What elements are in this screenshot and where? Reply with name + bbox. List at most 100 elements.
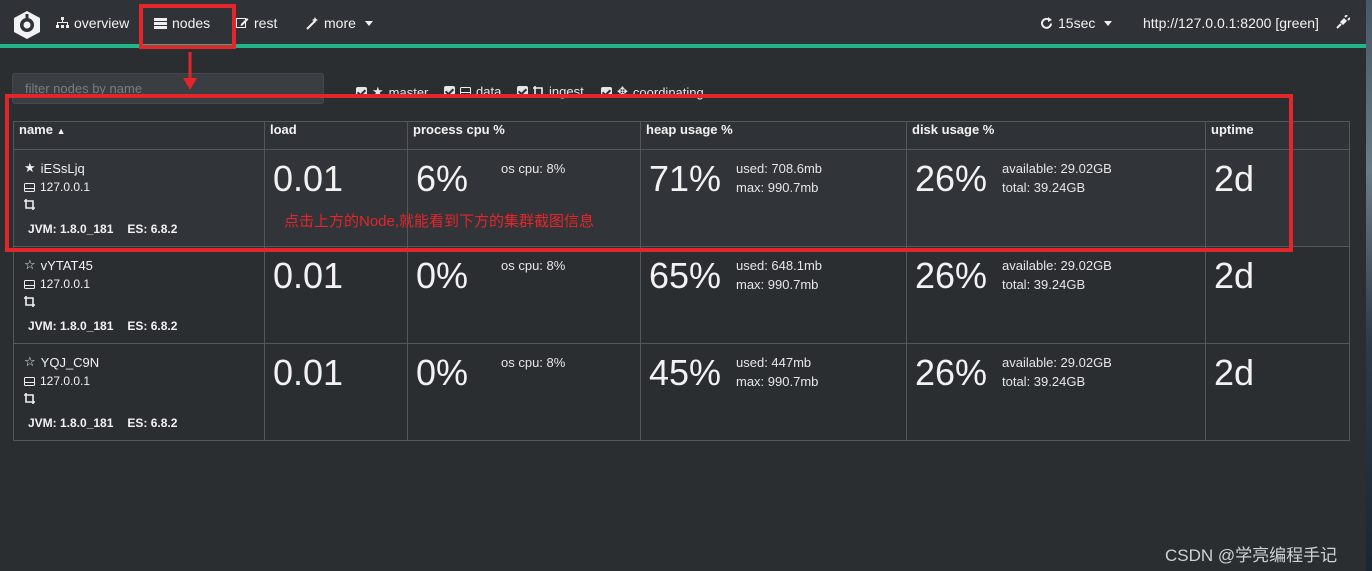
node-name-cell: ☆ YQJ_C9N 127.0.0.1 JVM: 1.8.0_181 ES: 6.… bbox=[13, 343, 265, 441]
jvm-version: JVM: 1.8.0_181 bbox=[28, 222, 114, 236]
column-header-heap[interactable]: heap usage % bbox=[640, 121, 907, 150]
heap-cell: 65% used: 648.1mb max: 990.7mb bbox=[640, 246, 907, 344]
nav-nodes-label: nodes bbox=[172, 15, 211, 31]
column-header-cpu[interactable]: process cpu % bbox=[407, 121, 641, 150]
crop-icon bbox=[24, 296, 35, 307]
load-value: 0.01 bbox=[273, 158, 344, 199]
chevron-down-icon bbox=[364, 20, 373, 26]
annotation-text: 点击上方的Node,就能看到下方的集群截图信息 bbox=[284, 213, 595, 230]
checkbox-checked-icon[interactable] bbox=[444, 86, 455, 97]
uptime-value: 2d bbox=[1214, 158, 1255, 199]
uptime-cell: 2d bbox=[1205, 246, 1350, 344]
heap-value: 45% bbox=[649, 352, 722, 393]
annotation-arrow-icon bbox=[183, 52, 197, 90]
jvm-version: JVM: 1.8.0_181 bbox=[28, 319, 114, 333]
disconnect-button[interactable] bbox=[1336, 15, 1350, 29]
crop-icon bbox=[24, 199, 35, 210]
role-label: data bbox=[476, 84, 502, 99]
disk-cell: 26% available: 29.02GB total: 39.24GB bbox=[906, 246, 1206, 344]
checkbox-checked-icon[interactable] bbox=[601, 86, 612, 98]
plug-icon bbox=[1336, 15, 1350, 29]
magic-wand-icon bbox=[306, 16, 318, 30]
table-row: ★ iESsLjq 127.0.0.1 JVM: 1.8.0_181 ES: 6.… bbox=[13, 149, 1350, 247]
role-filter-data[interactable]: data bbox=[444, 84, 501, 99]
node-name[interactable]: ☆ YQJ_C9N bbox=[24, 354, 99, 370]
role-filter-ingest[interactable]: ingest bbox=[517, 84, 584, 99]
load-cell: 0.01 bbox=[264, 246, 408, 344]
star-outline-icon: ☆ bbox=[24, 354, 36, 369]
nav-more-dropdown[interactable]: more bbox=[306, 15, 373, 31]
column-header-load[interactable]: load bbox=[264, 121, 408, 150]
role-label: ingest bbox=[549, 84, 584, 99]
uptime-cell: 2d bbox=[1205, 343, 1350, 441]
node-versions: JVM: 1.8.0_181 ES: 6.8.2 bbox=[28, 222, 177, 236]
refresh-interval-label: 15sec bbox=[1058, 15, 1096, 31]
checkbox-checked-icon[interactable] bbox=[356, 86, 367, 98]
column-header-disk[interactable]: disk usage % bbox=[906, 121, 1206, 150]
role-filter-master[interactable]: ★ master bbox=[356, 84, 428, 100]
table-row: ☆ YQJ_C9N 127.0.0.1 JVM: 1.8.0_181 ES: 6.… bbox=[13, 343, 1350, 441]
hdd-icon bbox=[24, 182, 35, 192]
crop-icon bbox=[24, 393, 35, 404]
es-version: ES: 6.8.2 bbox=[127, 222, 178, 236]
heap-used: used: 447mb bbox=[736, 355, 812, 370]
load-value: 0.01 bbox=[273, 255, 344, 296]
heap-cell: 45% used: 447mb max: 990.7mb bbox=[640, 343, 907, 441]
crosshairs-icon: ✥ bbox=[617, 84, 628, 99]
os-cpu: os cpu: 8% bbox=[501, 258, 566, 273]
node-name[interactable]: ☆ vYTAT45 bbox=[24, 257, 93, 273]
node-ip: 127.0.0.1 bbox=[24, 180, 90, 194]
nav-overview[interactable]: overview bbox=[56, 15, 129, 31]
table-row: ☆ vYTAT45 127.0.0.1 JVM: 1.8.0_181 ES: 6.… bbox=[13, 246, 1350, 344]
nav-rest-label: rest bbox=[254, 15, 278, 31]
uptime-value: 2d bbox=[1214, 255, 1255, 296]
node-versions: JVM: 1.8.0_181 ES: 6.8.2 bbox=[28, 319, 177, 333]
sort-asc-icon: ▲ bbox=[56, 126, 66, 136]
es-version: ES: 6.8.2 bbox=[127, 416, 178, 430]
os-cpu: os cpu: 8% bbox=[501, 355, 566, 370]
cerebro-logo-icon[interactable] bbox=[12, 10, 42, 40]
disk-value: 26% bbox=[915, 352, 988, 393]
node-ip: 127.0.0.1 bbox=[24, 374, 90, 388]
load-cell: 0.01 bbox=[264, 343, 408, 441]
hdd-icon bbox=[24, 279, 35, 289]
disk-total: total: 39.24GB bbox=[1002, 180, 1086, 195]
node-ip: 127.0.0.1 bbox=[24, 277, 90, 291]
node-ingest bbox=[24, 393, 35, 404]
nav-rest[interactable]: rest bbox=[236, 15, 277, 31]
uptime-value: 2d bbox=[1214, 352, 1255, 393]
star-icon: ★ bbox=[372, 84, 384, 99]
load-value: 0.01 bbox=[273, 352, 344, 393]
desktop-edge-strip bbox=[1366, 0, 1372, 571]
heap-used: used: 708.6mb bbox=[736, 161, 823, 176]
role-label: master bbox=[388, 84, 429, 100]
disk-cell: 26% available: 29.02GB total: 39.24GB bbox=[906, 343, 1206, 441]
cpu-value: 6% bbox=[416, 158, 469, 199]
heap-used: used: 648.1mb bbox=[736, 258, 823, 273]
cluster-url[interactable]: http://127.0.0.1:8200 [green] bbox=[1143, 15, 1319, 31]
cpu-cell: 0% os cpu: 8% bbox=[407, 246, 641, 344]
es-version: ES: 6.8.2 bbox=[127, 319, 178, 333]
column-header-uptime[interactable]: uptime bbox=[1205, 121, 1350, 150]
refresh-interval-dropdown[interactable]: 15sec bbox=[1040, 15, 1113, 31]
role-filter-coordinating[interactable]: ✥ coordinating bbox=[601, 84, 704, 100]
column-header-name[interactable]: name ▲ bbox=[13, 121, 265, 150]
disk-cell: 26% available: 29.02GB total: 39.24GB bbox=[906, 149, 1206, 247]
node-name[interactable]: ★ iESsLjq bbox=[24, 160, 85, 176]
node-versions: JVM: 1.8.0_181 ES: 6.8.2 bbox=[28, 416, 177, 430]
disk-available: available: 29.02GB bbox=[1002, 355, 1112, 370]
hdd-icon bbox=[460, 87, 471, 96]
server-icon bbox=[154, 17, 167, 29]
nav-nodes[interactable]: nodes bbox=[154, 15, 210, 31]
node-ingest bbox=[24, 199, 35, 210]
node-ingest bbox=[24, 296, 35, 307]
checkbox-checked-icon[interactable] bbox=[517, 86, 528, 97]
filter-nodes-input[interactable] bbox=[12, 73, 324, 104]
heap-cell: 71% used: 708.6mb max: 990.7mb bbox=[640, 149, 907, 247]
heap-max: max: 990.7mb bbox=[736, 180, 819, 195]
heap-value: 65% bbox=[649, 255, 722, 296]
role-label: coordinating bbox=[632, 84, 704, 100]
heap-max: max: 990.7mb bbox=[736, 374, 819, 389]
cpu-value: 0% bbox=[416, 352, 469, 393]
load-cell: 0.01 bbox=[264, 149, 408, 247]
